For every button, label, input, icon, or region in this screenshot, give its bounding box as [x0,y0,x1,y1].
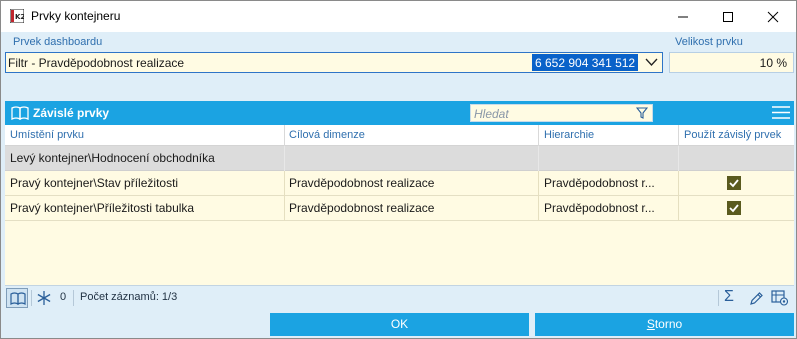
checkmark-icon [729,179,739,188]
status-bar: 0 Počet záznamů: 1/3 Σ [5,285,794,309]
storno-button[interactable]: Storno [535,313,794,336]
pencil-icon[interactable] [749,291,764,306]
cell-divider [678,146,679,171]
maximize-icon [723,12,733,22]
status-separator [31,290,32,306]
cell-divider [284,196,285,221]
table-row[interactable]: Pravý kontejner\Příležitosti tabulka Pra… [5,196,794,221]
size-value: 10 % [759,56,787,70]
status-separator [718,290,719,306]
toolbar-placeholder-icon [734,106,748,120]
column-header-location[interactable]: Umístění prvku [10,129,84,141]
menu-icon[interactable] [772,105,790,120]
dependent-elements-grid: Umístění prvku Cílová dimenze Hierarchie… [5,125,794,285]
panel-title: Závislé prvky [33,106,110,120]
cell-divider [284,146,285,171]
book-toggle-button[interactable] [6,288,28,308]
size-label: Velikost prvku [675,36,743,48]
cell-divider [284,171,285,196]
toolbar-placeholder-icon [755,106,769,120]
row-hierarchy: Pravděpodobnost r... [544,201,655,215]
column-divider[interactable] [284,125,285,146]
status-separator [73,290,74,306]
table-row[interactable]: Pravý kontejner\Stav příležitosti Pravdě… [5,171,794,196]
toolbar-placeholder-icon [665,106,679,120]
dialog-window: K2 Prvky kontejneru Prvek dashboardu Vel… [0,0,797,339]
snowflake-icon[interactable] [36,290,52,306]
toolbar-placeholder-icon [711,106,725,120]
record-count: Počet záznamů: 1/3 [80,291,178,303]
minimize-button[interactable] [660,1,706,32]
use-dependent-checkbox[interactable] [727,201,741,215]
column-divider[interactable] [678,125,679,146]
storno-mnemonic: S [646,317,655,331]
element-value: Filtr - Pravděpodobnost realizace [8,56,185,70]
grid-header: Umístění prvku Cílová dimenze Hierarchie… [5,125,794,146]
app-icon: K2 [9,8,25,24]
row-location: Levý kontejner\Hodnocení obchodníka [10,151,215,165]
dependent-elements-header: Závislé prvky Hledat [5,101,794,125]
cell-divider [678,196,679,221]
table-row[interactable]: Levý kontejner\Hodnocení obchodníka [5,146,794,171]
grid-settings-icon[interactable] [771,290,789,306]
book-icon [10,292,26,305]
use-dependent-checkbox[interactable] [727,176,741,190]
close-button[interactable] [750,1,796,32]
cell-divider [538,146,539,171]
row-location: Pravý kontejner\Stav příležitosti [10,176,179,190]
sigma-icon[interactable]: Σ [724,288,734,306]
cell-divider [538,171,539,196]
size-field[interactable]: 10 % [669,52,794,73]
book-icon [11,106,29,120]
toolbar-placeholder-icon [688,106,702,120]
row-dimension: Pravděpodobnost realizace [289,176,435,190]
cell-divider [538,196,539,221]
column-header-use-dependent[interactable]: Použít závislý prvek [684,129,781,141]
close-icon [767,11,779,23]
row-dimension: Pravděpodobnost realizace [289,201,435,215]
search-placeholder: Hledat [474,107,509,121]
row-location: Pravý kontejner\Příležitosti tabulka [10,201,195,215]
storno-label: torno [654,317,683,331]
frozen-count: 0 [60,291,67,303]
column-header-hierarchy[interactable]: Hierarchie [544,129,594,141]
ok-button[interactable]: OK [270,313,529,336]
column-divider[interactable] [538,125,539,146]
element-id: 6 652 904 341 512 [532,54,639,71]
checkmark-icon [729,204,739,213]
element-combobox[interactable]: Filtr - Pravděpodobnost realizace 6 652 … [5,52,663,73]
row-hierarchy: Pravděpodobnost r... [544,176,655,190]
minimize-icon [678,16,688,18]
svg-text:K2: K2 [15,13,24,21]
maximize-button[interactable] [705,1,751,32]
search-input[interactable]: Hledat [470,104,653,122]
dropdown-arrow-icon[interactable] [645,57,658,67]
cell-divider [678,171,679,196]
filter-icon[interactable] [636,107,648,119]
window-title: Prvky kontejneru [31,9,121,23]
column-header-dimension[interactable]: Cílová dimenze [289,129,365,141]
element-label: Prvek dashboardu [13,36,103,48]
title-bar: K2 Prvky kontejneru [1,1,796,32]
